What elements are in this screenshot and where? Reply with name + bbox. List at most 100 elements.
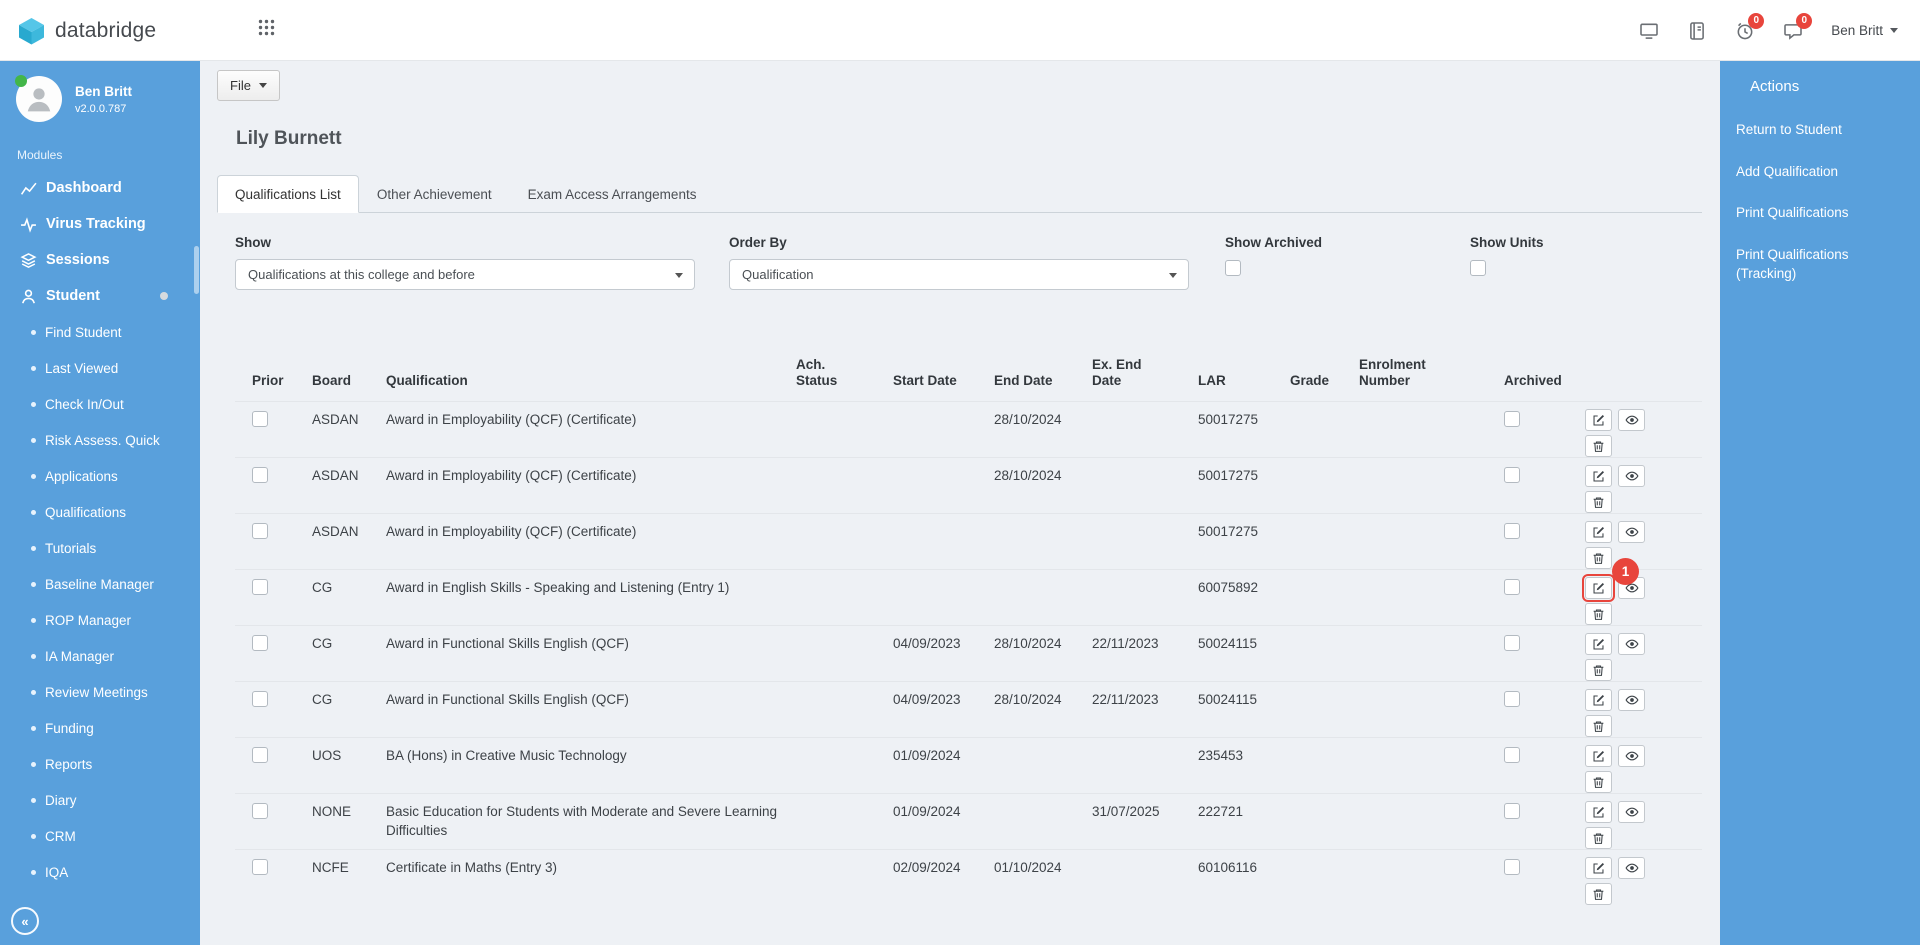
cell-board: ASDAN (312, 457, 386, 514)
prior-checkbox[interactable] (252, 411, 268, 428)
view-button[interactable] (1618, 745, 1645, 768)
tab[interactable]: Qualifications List (217, 175, 359, 213)
prior-checkbox[interactable] (252, 803, 268, 820)
show-units-checkbox[interactable] (1470, 260, 1486, 276)
view-button[interactable] (1618, 465, 1645, 488)
cell-ex-end-date (1092, 737, 1198, 794)
view-button[interactable] (1618, 409, 1645, 432)
edit-button[interactable] (1585, 409, 1612, 432)
edit-button[interactable] (1585, 633, 1612, 656)
sidebar-subitem[interactable]: Diary (0, 782, 200, 818)
sidebar-subitem[interactable]: Review Meetings (0, 674, 200, 710)
archived-checkbox[interactable] (1504, 523, 1520, 540)
sidebar-item-sessions[interactable]: Sessions (0, 242, 200, 278)
sidebar-subitem[interactable]: Find Student (0, 314, 200, 350)
delete-button[interactable] (1585, 883, 1612, 906)
prior-checkbox[interactable] (252, 691, 268, 708)
row-actions: 1 (1585, 633, 1694, 682)
sidebar-subitem[interactable]: Reports (0, 746, 200, 782)
edit-button[interactable] (1585, 689, 1612, 712)
delete-button[interactable] (1585, 603, 1612, 626)
action-link[interactable]: Print Qualifications (1720, 192, 1920, 234)
sidebar-collapse-button[interactable]: « (11, 907, 39, 935)
cell-qualification: Award in Functional Skills English (QCF) (386, 625, 796, 682)
show-archived-checkbox[interactable] (1225, 260, 1241, 276)
delete-button[interactable] (1585, 771, 1612, 794)
sidebar-subitem[interactable]: Funding (0, 710, 200, 746)
prior-checkbox[interactable] (252, 523, 268, 540)
archived-checkbox[interactable] (1504, 803, 1520, 820)
edit-button[interactable] (1585, 801, 1612, 824)
book-icon[interactable] (1687, 21, 1707, 41)
sidebar-subitem[interactable]: Last Viewed (0, 350, 200, 386)
chat-badge: 0 (1796, 12, 1813, 29)
archived-checkbox[interactable] (1504, 691, 1520, 708)
order-by-select[interactable]: Qualification (729, 259, 1189, 290)
clock-icon[interactable]: 0 (1735, 12, 1765, 41)
sidebar-subitem[interactable]: Baseline Manager (0, 566, 200, 602)
edit-button[interactable] (1582, 574, 1615, 603)
archived-checkbox[interactable] (1504, 411, 1520, 428)
file-menu-button[interactable]: File (217, 70, 280, 101)
sidebar-item-dashboard[interactable]: Dashboard (0, 170, 200, 206)
apps-grid-icon[interactable] (258, 19, 275, 41)
sidebar-scrollbar-thumb[interactable] (194, 246, 199, 294)
delete-button[interactable] (1585, 547, 1612, 570)
user-menu[interactable]: Ben Britt (1831, 23, 1898, 38)
bullet-icon (31, 545, 36, 551)
cell-board: NONE (312, 793, 386, 850)
tab[interactable]: Exam Access Arrangements (510, 175, 715, 213)
view-button[interactable] (1618, 689, 1645, 712)
sidebar-subitem[interactable]: Applications (0, 458, 200, 494)
chat-icon[interactable]: 0 (1783, 12, 1813, 41)
edit-button[interactable] (1585, 857, 1612, 880)
sidebar-subitem[interactable]: ROP Manager (0, 602, 200, 638)
sidebar-subitem[interactable]: IQA (0, 854, 200, 890)
prior-checkbox[interactable] (252, 579, 268, 596)
row-actions: 1 (1585, 521, 1694, 570)
sidebar-user-name: Ben Britt (75, 83, 132, 99)
cell-qualification: Basic Education for Students with Modera… (386, 793, 796, 850)
delete-button[interactable] (1585, 435, 1612, 458)
display-icon[interactable] (1639, 21, 1659, 41)
sidebar-subitem[interactable]: Tutorials (0, 530, 200, 566)
sidebar-item-virus-tracking[interactable]: Virus Tracking (0, 206, 200, 242)
view-button[interactable] (1618, 521, 1645, 544)
action-link[interactable]: Return to Student (1720, 109, 1920, 151)
sidebar-subitem[interactable]: Qualifications (0, 494, 200, 530)
cell-end-date: 28/10/2024 (994, 457, 1092, 514)
sidebar-subitem[interactable]: Check In/Out (0, 386, 200, 422)
archived-checkbox[interactable] (1504, 635, 1520, 652)
column-header: End Date (994, 373, 1053, 389)
archived-checkbox[interactable] (1504, 467, 1520, 484)
bullet-icon (31, 329, 36, 335)
edit-button[interactable] (1585, 465, 1612, 488)
prior-checkbox[interactable] (252, 467, 268, 484)
prior-checkbox[interactable] (252, 747, 268, 764)
edit-button[interactable] (1585, 745, 1612, 768)
action-link[interactable]: Print Qualifications (Tracking) (1720, 234, 1920, 295)
sidebar-subitem[interactable]: IA Manager (0, 638, 200, 674)
delete-button[interactable] (1585, 659, 1612, 682)
action-link[interactable]: Add Qualification (1720, 151, 1920, 193)
prior-checkbox[interactable] (252, 859, 268, 876)
tab[interactable]: Other Achievement (359, 175, 510, 213)
sidebar-subitem[interactable]: Risk Assess. Quick (0, 422, 200, 458)
delete-button[interactable] (1585, 827, 1612, 850)
archived-checkbox[interactable] (1504, 579, 1520, 596)
archived-checkbox[interactable] (1504, 859, 1520, 876)
sidebar-subitem-label: Diary (45, 792, 77, 808)
sidebar-subitem[interactable]: CRM (0, 818, 200, 854)
delete-button[interactable] (1585, 491, 1612, 514)
sidebar-item-student[interactable]: Student (0, 278, 200, 314)
view-button[interactable] (1618, 633, 1645, 656)
prior-checkbox[interactable] (252, 635, 268, 652)
delete-button[interactable] (1585, 715, 1612, 738)
cell-board: NCFE (312, 849, 386, 906)
edit-button[interactable] (1585, 521, 1612, 544)
show-select[interactable]: Qualifications at this college and befor… (235, 259, 695, 290)
archived-checkbox[interactable] (1504, 747, 1520, 764)
view-button[interactable] (1618, 801, 1645, 824)
sidebar-subitem-label: Qualifications (45, 504, 127, 520)
view-button[interactable] (1618, 857, 1645, 880)
